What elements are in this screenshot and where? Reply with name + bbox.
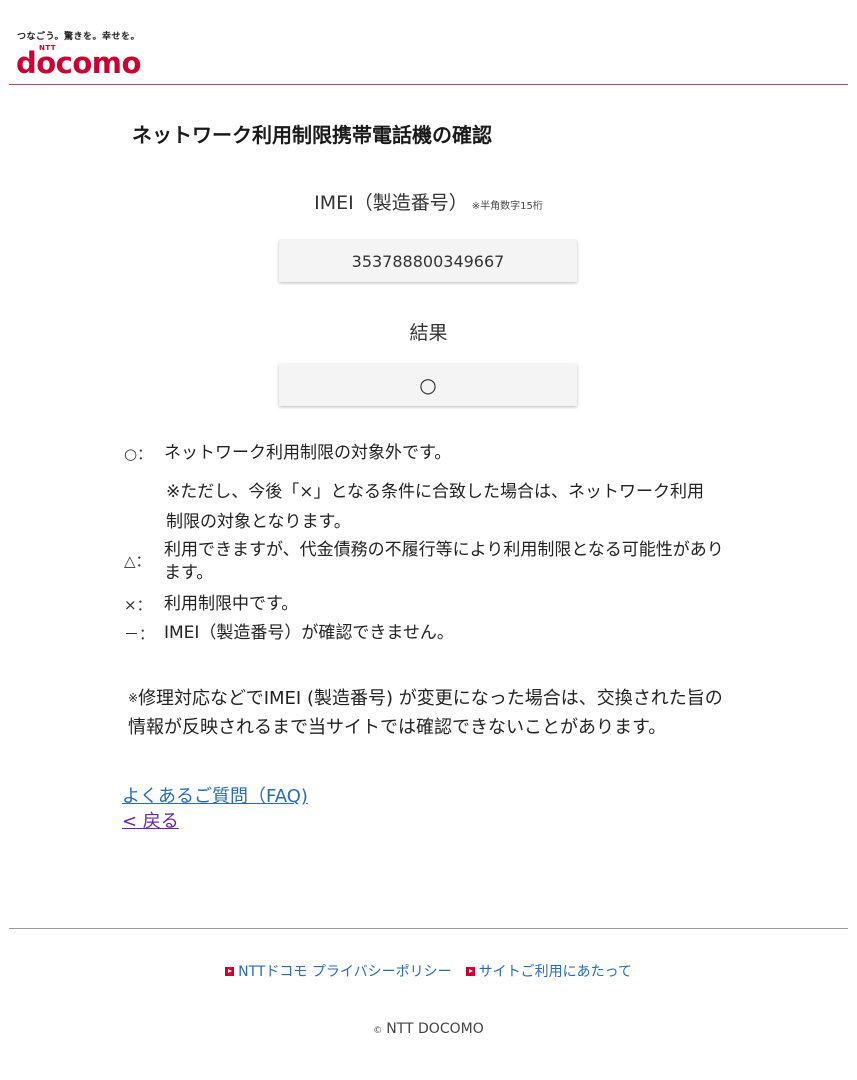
footer-links: NTTドコモ プライバシーポリシー サイトご利用にあたって [0, 961, 857, 981]
copyright-text: NTT DOCOMO [386, 1021, 484, 1037]
legend-item-unknown: －： IMEI（製造番号）が確認できません。 [124, 623, 454, 644]
legend-text: 利用できますが、代金債務の不履行等により利用制限となる可能性があります。 [164, 540, 724, 583]
site-terms-link[interactable]: サイトご利用にあたって [465, 961, 632, 981]
legend-text: ネットワーク利用制限の対象外です。 [164, 443, 452, 463]
site-terms-label: サイトご利用にあたって [478, 964, 632, 980]
legend-item-restricted: ×： 利用制限中です。 [124, 594, 298, 615]
legend-symbol [124, 477, 164, 537]
copyright: © NTT DOCOMO [0, 1021, 857, 1037]
legend-symbol: △： [124, 552, 151, 570]
legend-text: IMEI（製造番号）が確認できません。 [164, 623, 454, 643]
legend-text: 利用制限中です。 [164, 594, 299, 614]
legend-item-ok-note: ※ただし、今後「×」となる条件に合致した場合は、ネットワーク利用制限の対象となり… [124, 477, 711, 537]
header-divider [9, 84, 848, 85]
legend-text: ※ただし、今後「×」となる条件に合致した場合は、ネットワーク利用制限の対象となり… [166, 482, 704, 532]
note-text: 修理対応などでIMEI (製造番号) が変更になった場合は、交換された旨の情報が… [128, 688, 723, 738]
legend-symbol: ×： [124, 596, 152, 614]
legend-item-warning: △： 利用できますが、代金債務の不履行等により利用制限となる可能性があります。 [124, 539, 734, 585]
tagline: つなごう。驚きを。幸せを。 [17, 32, 140, 42]
privacy-policy-link[interactable]: NTTドコモ プライバシーポリシー [225, 961, 452, 981]
copyright-icon: © [373, 1026, 383, 1036]
imei-label: IMEI（製造番号） ※半角数字15桁 [0, 188, 857, 215]
privacy-policy-label: NTTドコモ プライバシーポリシー [238, 964, 452, 980]
legend-symbol: ○： [124, 445, 153, 463]
docomo-logo[interactable]: docomo [16, 46, 141, 80]
header: つなごう。驚きを。幸せを。 NTT docomo [0, 0, 857, 86]
back-link[interactable]: < 戻る [122, 807, 179, 833]
page: つなごう。驚きを。幸せを。 NTT docomo ネットワーク利用制限携帯電話機… [0, 0, 857, 1080]
imei-value-field: 353788800349667 [279, 240, 577, 282]
faq-link[interactable]: よくあるご質問（FAQ) [122, 782, 308, 808]
legend-item-ok: ○： ネットワーク利用制限の対象外です。 [124, 443, 724, 464]
note-mark: ※ [128, 691, 139, 705]
result-value-field: ○ [279, 364, 577, 406]
imei-label-text: IMEI（製造番号） [314, 192, 468, 214]
imei-value: 353788800349667 [351, 251, 505, 271]
legend-symbol: －： [124, 625, 155, 643]
imei-format-note: ※半角数字15桁 [471, 201, 543, 212]
footer-divider [9, 928, 848, 929]
page-title: ネットワーク利用制限携帯電話機の確認 [132, 123, 492, 147]
arrow-right-icon [225, 966, 235, 976]
arrow-right-icon [465, 966, 475, 976]
imei-change-note: ※修理対応などでIMEI (製造番号) が変更になった場合は、交換された旨の情報… [128, 684, 738, 742]
result-value: ○ [419, 373, 437, 397]
result-label: 結果 [409, 322, 448, 344]
